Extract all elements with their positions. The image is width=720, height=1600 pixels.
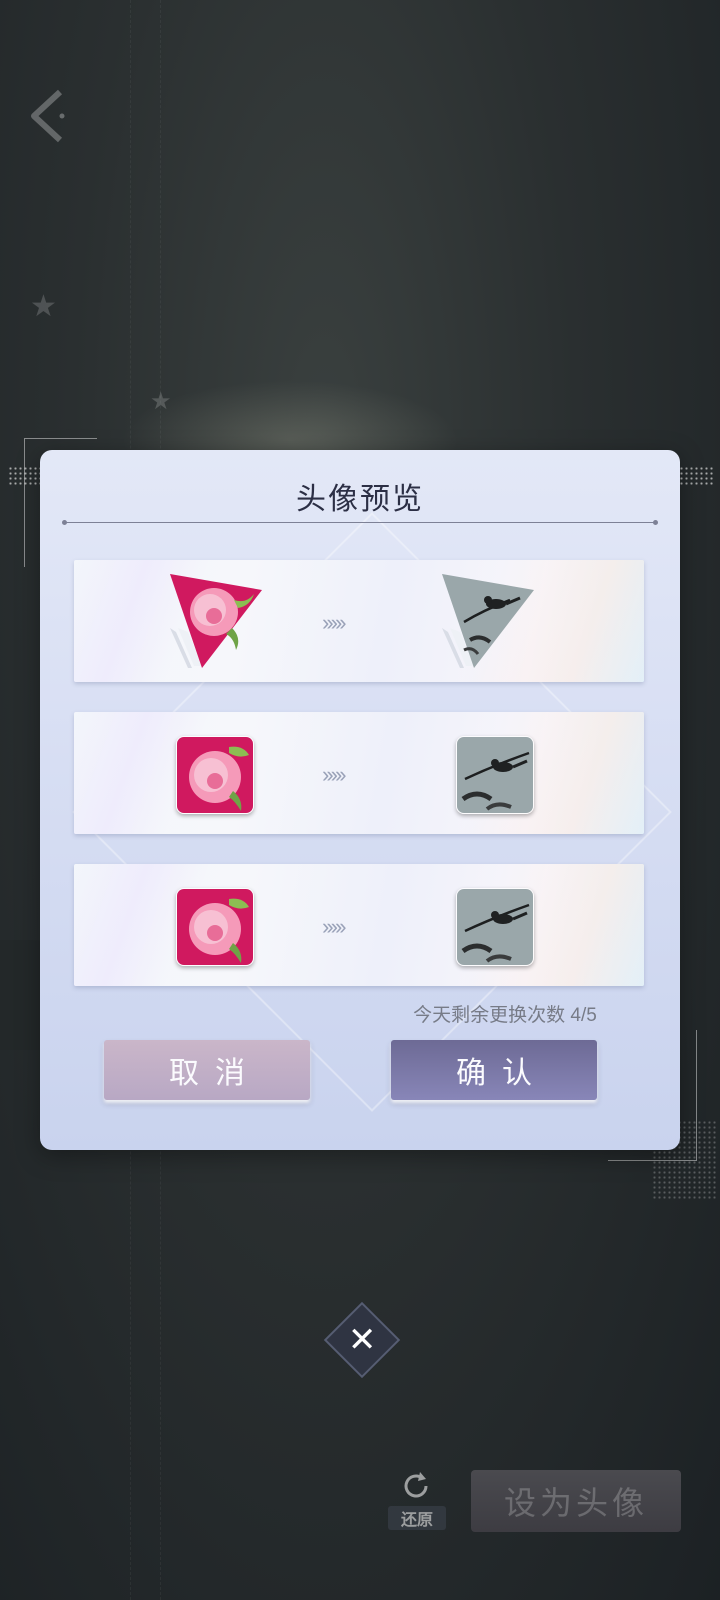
- preview-row-square-small: ›››››: [74, 864, 644, 986]
- avatar-preview-dialog: 头像预览 ››››› ››››› ››››› 今天剩余更换次数 4/5 取消 确…: [40, 450, 680, 1150]
- remaining-changes-text: 今天剩余更换次数 4/5: [413, 1005, 597, 1026]
- close-button[interactable]: ✕: [323, 1301, 401, 1379]
- restore-button[interactable]: 还原: [388, 1470, 446, 1532]
- new-avatar-triangle: [442, 574, 534, 668]
- star-icon: ★: [150, 388, 172, 415]
- current-avatar-triangle: [170, 574, 262, 668]
- new-avatar-square: [456, 888, 534, 966]
- refresh-icon: [404, 1472, 428, 1498]
- confirm-button[interactable]: 确认: [391, 1040, 597, 1100]
- transition-arrows: ›››››: [322, 914, 347, 939]
- dot-pattern: [674, 466, 714, 486]
- current-avatar-square: [176, 888, 254, 966]
- preview-row-triangle: ›››››: [74, 560, 644, 682]
- current-avatar-square: [176, 736, 254, 814]
- preview-row-square-large: ›››››: [74, 712, 644, 834]
- set-avatar-button[interactable]: 设为头像: [471, 1470, 681, 1532]
- transition-arrows: ›››››: [322, 762, 347, 787]
- restore-label: 还原: [388, 1506, 446, 1530]
- close-icon: ✕: [347, 1320, 377, 1360]
- back-arrow-icon[interactable]: [26, 88, 74, 144]
- title-divider: [62, 520, 658, 525]
- transition-arrows: ›››››: [322, 610, 347, 635]
- star-icon: ★: [30, 290, 57, 323]
- dialog-title: 头像预览: [296, 482, 424, 517]
- new-avatar-square: [456, 736, 534, 814]
- cancel-button-label: 取消: [169, 1056, 261, 1091]
- confirm-button-label: 确认: [456, 1056, 548, 1091]
- cancel-button[interactable]: 取消: [104, 1040, 310, 1100]
